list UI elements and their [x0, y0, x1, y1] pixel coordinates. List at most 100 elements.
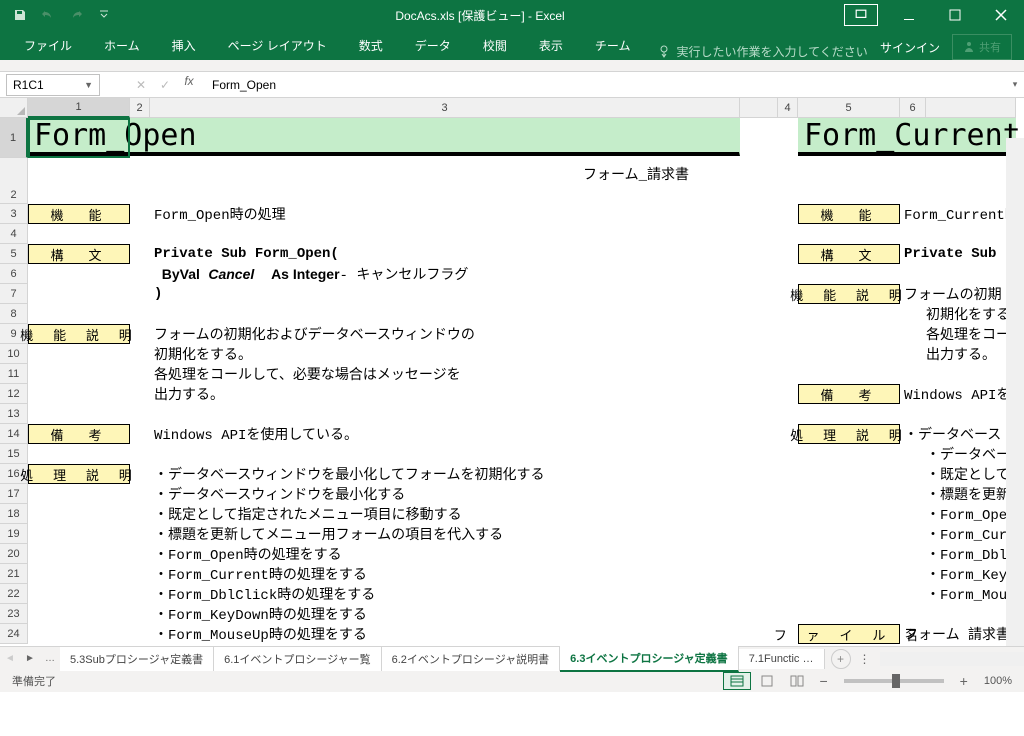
row-header[interactable]: 15 — [0, 444, 28, 464]
tab-nav-prev-icon[interactable]: ► — [20, 649, 40, 669]
row-header[interactable]: 13 — [0, 404, 28, 424]
add-sheet-button[interactable]: + — [831, 649, 851, 669]
zoom-out-button[interactable]: − — [813, 673, 833, 689]
row-header[interactable]: 22 — [0, 584, 28, 604]
row-header[interactable]: 10 — [0, 344, 28, 364]
sheet-tab[interactable]: 6.3イベントプロシージャ定義書 — [560, 646, 739, 672]
status-ready: 準備完了 — [12, 673, 56, 689]
sheet-tab[interactable]: 5.3Subプロシージャ定義書 — [60, 647, 214, 671]
tell-me-placeholder: 実行したい作業を入力してください — [676, 43, 867, 60]
redo-icon[interactable] — [64, 3, 88, 27]
section-title[interactable]: Form_Current — [798, 118, 1016, 156]
tab-insert[interactable]: 挿入 — [160, 31, 208, 60]
row-header[interactable]: 14 — [0, 424, 28, 444]
row-header[interactable]: 18 — [0, 504, 28, 524]
label-process[interactable]: 処 理 説 明 — [28, 464, 130, 484]
tab-overflow-icon[interactable]: ⋮ — [859, 652, 872, 666]
tab-team[interactable]: チーム — [583, 31, 643, 60]
col-header[interactable]: 2 — [130, 98, 150, 118]
label-syntax[interactable]: 構 文 — [28, 244, 130, 264]
tell-me-search[interactable]: 実行したい作業を入力してください — [658, 43, 867, 60]
zoom-level[interactable]: 100% — [984, 675, 1012, 687]
row-header[interactable]: 21 — [0, 564, 28, 584]
tab-home[interactable]: ホーム — [92, 31, 152, 60]
row-header[interactable]: 8 — [0, 304, 28, 324]
col-header[interactable]: 3 — [150, 98, 740, 118]
label-desc[interactable]: 機 能 説 明 — [28, 324, 130, 344]
fx-icon[interactable]: fx — [178, 74, 200, 96]
row-header[interactable]: 17 — [0, 484, 28, 504]
row-header[interactable]: 1 — [0, 118, 28, 158]
sheet-tabs-bar: ◄ ► … 5.3Subプロシージャ定義書 6.1イベントプロシージャー覧 6.… — [0, 646, 1024, 670]
row-header[interactable]: 3 — [0, 204, 28, 224]
horizontal-scrollbar[interactable] — [880, 652, 1024, 666]
view-normal-icon[interactable] — [723, 672, 751, 690]
row-header[interactable]: 19 — [0, 524, 28, 544]
tab-pagelayout[interactable]: ページ レイアウト — [216, 31, 339, 60]
label-process[interactable]: 処 理 説 明 — [798, 424, 900, 444]
status-bar: 準備完了 − + 100% — [0, 670, 1024, 692]
col-header[interactable] — [926, 98, 1016, 118]
col-header[interactable]: 6 — [900, 98, 926, 118]
label-feature[interactable]: 機 能 — [798, 204, 900, 224]
vertical-scrollbar[interactable] — [1006, 138, 1024, 646]
tab-formulas[interactable]: 数式 — [347, 31, 395, 60]
tab-nav-first-icon[interactable]: ◄ — [0, 649, 20, 669]
row-header[interactable]: 7 — [0, 284, 28, 304]
zoom-in-button[interactable]: + — [954, 673, 974, 689]
row-header[interactable]: 11 — [0, 364, 28, 384]
view-page-layout-icon[interactable] — [753, 672, 781, 690]
label-remarks[interactable]: 備 考 — [28, 424, 130, 444]
window-title: DocAcs.xls [保護ビュー] - Excel — [116, 7, 844, 24]
label-syntax[interactable]: 構 文 — [798, 244, 900, 264]
row-header[interactable]: 24 — [0, 624, 28, 644]
tab-view[interactable]: 表示 — [527, 31, 575, 60]
row-header[interactable]: 23 — [0, 604, 28, 624]
zoom-slider[interactable] — [844, 679, 944, 683]
formula-expand-icon[interactable]: ▾ — [1006, 79, 1024, 90]
ribbon: ファイル ホーム 挿入 ページ レイアウト 数式 データ 校閲 表示 チーム 実… — [0, 30, 1024, 60]
qat-dropdown-icon[interactable] — [92, 3, 116, 27]
sheet-tab[interactable]: 6.1イベントプロシージャー覧 — [214, 647, 382, 671]
row-header[interactable]: 20 — [0, 544, 28, 564]
maximize-button[interactable] — [932, 0, 978, 30]
close-button[interactable] — [978, 0, 1024, 30]
view-page-break-icon[interactable] — [783, 672, 811, 690]
section-title[interactable]: Form_Open — [28, 118, 740, 156]
row-header[interactable]: 6 — [0, 264, 28, 284]
worksheet-grid[interactable]: 1 2 3 4 5 6 1 Form_Open Form_Current 2 フ… — [0, 98, 1024, 646]
formula-input[interactable] — [204, 74, 1006, 96]
col-header[interactable]: 1 — [28, 98, 130, 118]
select-all-corner[interactable] — [0, 98, 28, 118]
col-header[interactable]: 4 — [778, 98, 798, 118]
feature-text[interactable]: Form_Open時の処理 — [150, 204, 740, 224]
tab-file[interactable]: ファイル — [12, 31, 84, 60]
tab-data[interactable]: データ — [403, 31, 463, 60]
sheet-tab[interactable]: 7.1Functic … — [739, 649, 825, 669]
label-remarks[interactable]: 備 考 — [798, 384, 900, 404]
name-box-dropdown-icon[interactable]: ▼ — [84, 80, 93, 90]
ribbon-display-icon[interactable] — [844, 4, 878, 26]
titlebar: DocAcs.xls [保護ビュー] - Excel — [0, 0, 1024, 30]
cancel-formula-icon[interactable]: ✕ — [130, 74, 152, 96]
label-desc[interactable]: 機 能 説 明 — [798, 284, 900, 304]
enter-formula-icon[interactable]: ✓ — [154, 74, 176, 96]
tab-nav-more[interactable]: … — [40, 649, 60, 669]
share-button[interactable]: 共有 — [952, 34, 1012, 60]
label-filename[interactable]: フ ァ イ ル 名 — [798, 624, 900, 644]
subtitle[interactable]: フォーム_請求書 — [150, 158, 740, 204]
row-header[interactable]: 2 — [10, 158, 16, 203]
row-header[interactable]: 4 — [0, 224, 28, 244]
save-icon[interactable] — [8, 3, 32, 27]
row-header[interactable]: 5 — [0, 244, 28, 264]
row-header[interactable]: 12 — [0, 384, 28, 404]
col-header[interactable]: 5 — [798, 98, 900, 118]
tab-review[interactable]: 校閲 — [471, 31, 519, 60]
label-feature[interactable]: 機 能 — [28, 204, 130, 224]
signin-link[interactable]: サインイン — [880, 39, 940, 56]
col-header[interactable] — [740, 98, 778, 118]
undo-icon[interactable] — [36, 3, 60, 27]
minimize-button[interactable] — [886, 0, 932, 30]
sheet-tab[interactable]: 6.2イベントプロシージャ説明書 — [382, 647, 561, 671]
name-box[interactable]: R1C1 ▼ — [6, 74, 100, 96]
